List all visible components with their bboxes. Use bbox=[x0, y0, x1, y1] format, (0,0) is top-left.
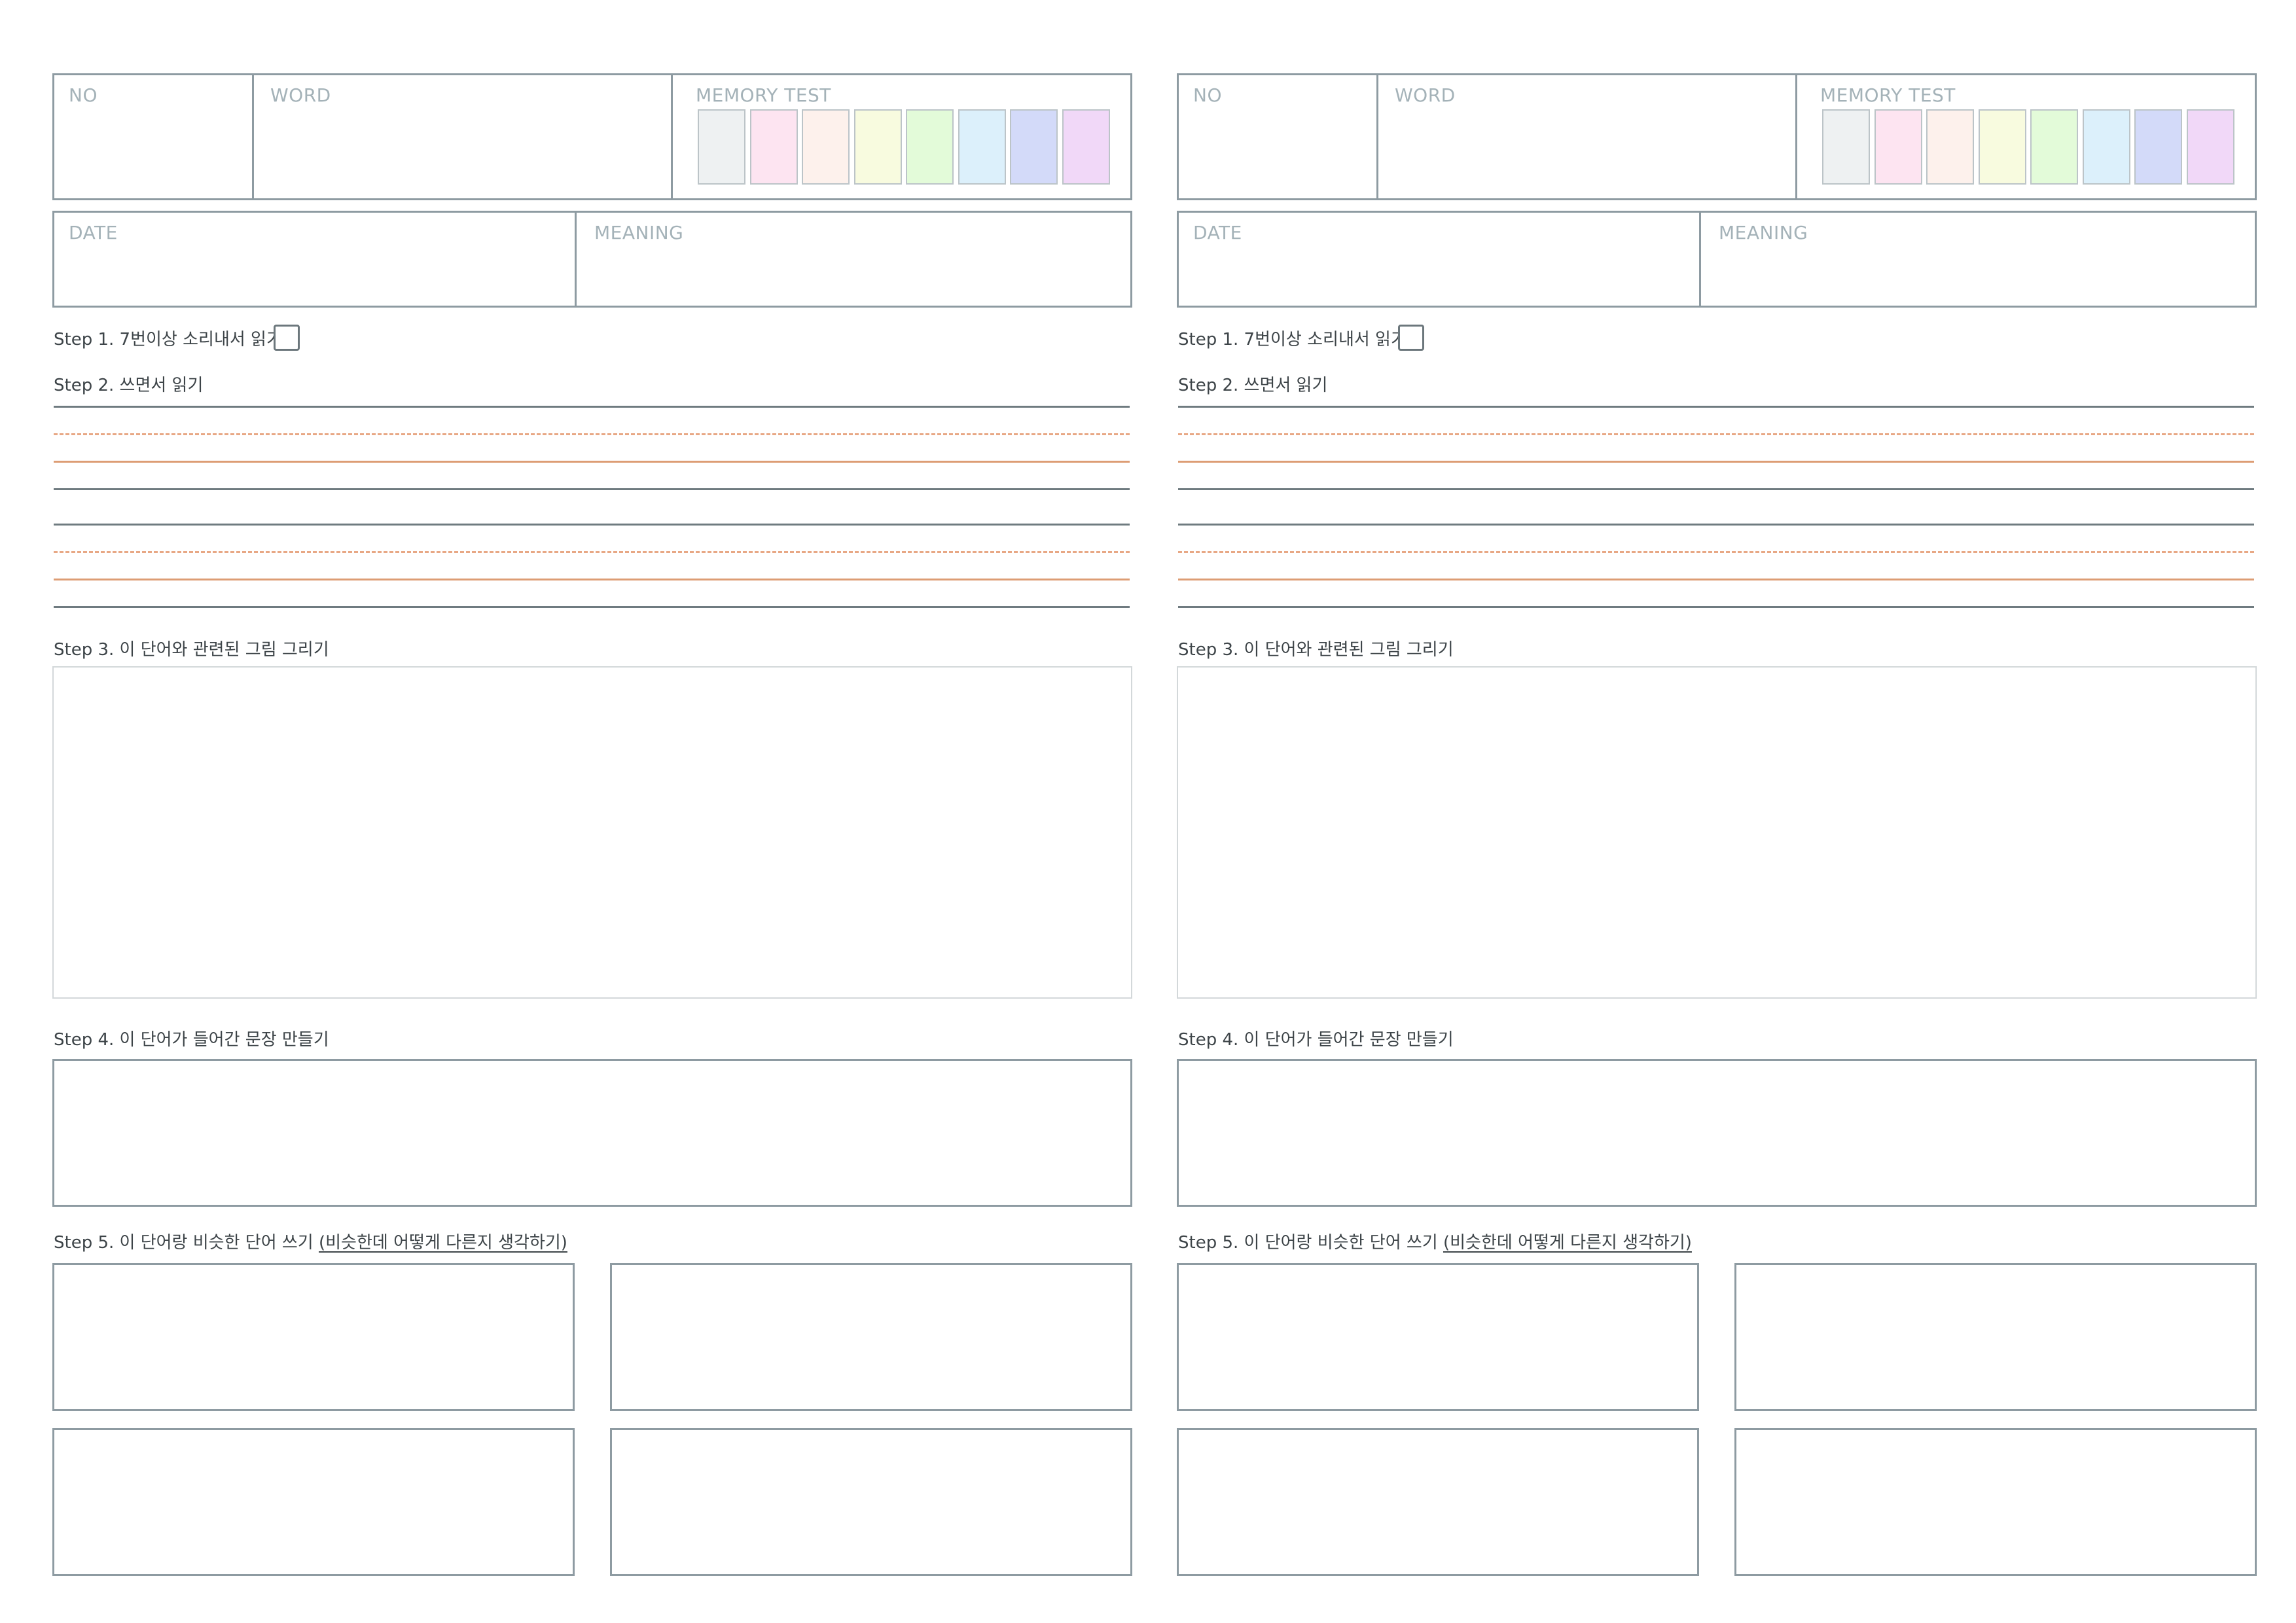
step3-label: Step 3. 이 단어와 관련된 그림 그리기 bbox=[54, 640, 329, 660]
memory-test-swatch-5[interactable] bbox=[906, 109, 954, 185]
step3-label: Step 3. 이 단어와 관련된 그림 그리기 bbox=[1178, 640, 1454, 660]
memory-test-swatch-1[interactable] bbox=[1822, 109, 1870, 185]
step5-label: Step 5. 이 단어랑 비슷한 단어 쓰기 (비슷한데 어떻게 다른지 생각… bbox=[54, 1233, 567, 1253]
step2-label: Step 2. 쓰면서 읽기 bbox=[54, 376, 204, 395]
header-box: NO WORD MEMORY TEST bbox=[1177, 73, 2257, 200]
date-label: DATE bbox=[69, 222, 118, 243]
meaning-label: MEANING bbox=[1719, 222, 1808, 243]
step1-label: Step 1. 7번이상 소리내서 읽기! bbox=[1178, 330, 1414, 349]
sentence-box[interactable] bbox=[52, 1059, 1132, 1207]
memory-test-swatch-8[interactable] bbox=[1062, 109, 1110, 185]
step4-label: Step 4. 이 단어가 들어간 문장 만들기 bbox=[1178, 1030, 1454, 1050]
meaning-label: MEANING bbox=[594, 222, 684, 243]
worksheet-right: NO WORD MEMORY TEST DATE MEANING Step 1.… bbox=[1177, 0, 2257, 1623]
memory-test-swatch-5[interactable] bbox=[2030, 109, 2078, 185]
memory-test-swatch-6[interactable] bbox=[958, 109, 1006, 185]
drawing-area[interactable] bbox=[52, 666, 1132, 999]
step5-note: (비슷한데 어떻게 다른지 생각하기) bbox=[318, 1233, 567, 1253]
similar-word-box-2[interactable] bbox=[610, 1263, 1132, 1411]
step1-label: Step 1. 7번이상 소리내서 읽기! bbox=[54, 330, 289, 349]
drawing-area[interactable] bbox=[1177, 666, 2257, 999]
memory-test-swatch-8[interactable] bbox=[2186, 109, 2234, 185]
similar-word-box-3[interactable] bbox=[52, 1428, 575, 1576]
memory-test-swatch-1[interactable] bbox=[698, 109, 745, 185]
similar-word-box-1[interactable] bbox=[52, 1263, 575, 1411]
step2-label: Step 2. 쓰면서 읽기 bbox=[1178, 376, 1328, 395]
memory-test-swatch-7[interactable] bbox=[1010, 109, 1058, 185]
no-label: NO bbox=[1193, 84, 1222, 106]
step5-note: (비슷한데 어떻게 다른지 생각하기) bbox=[1443, 1233, 1692, 1253]
similar-word-box-4[interactable] bbox=[610, 1428, 1132, 1576]
memory-test-label: MEMORY TEST bbox=[696, 84, 831, 106]
step4-label: Step 4. 이 단어가 들어간 문장 만들기 bbox=[54, 1030, 329, 1050]
memory-test-swatch-3[interactable] bbox=[1926, 109, 1974, 185]
word-label: WORD bbox=[270, 84, 331, 106]
step5-label: Step 5. 이 단어랑 비슷한 단어 쓰기 (비슷한데 어떻게 다른지 생각… bbox=[1178, 1233, 1692, 1253]
date-meaning-box: DATE MEANING bbox=[52, 211, 1132, 308]
memory-test-swatch-7[interactable] bbox=[2134, 109, 2182, 185]
word-label: WORD bbox=[1395, 84, 1456, 106]
similar-word-box-2[interactable] bbox=[1734, 1263, 2257, 1411]
similar-word-box-1[interactable] bbox=[1177, 1263, 1699, 1411]
memory-test-swatch-2[interactable] bbox=[1874, 109, 1922, 185]
memory-test-swatch-4[interactable] bbox=[853, 109, 902, 185]
similar-word-box-3[interactable] bbox=[1177, 1428, 1699, 1576]
no-label: NO bbox=[69, 84, 98, 106]
worksheet-left: NO WORD MEMORY TEST DATE MEANING Step 1.… bbox=[52, 0, 1132, 1623]
date-meaning-box: DATE MEANING bbox=[1177, 211, 2257, 308]
similar-word-box-4[interactable] bbox=[1734, 1428, 2257, 1576]
memory-test-label: MEMORY TEST bbox=[1820, 84, 1956, 106]
header-box: NO WORD MEMORY TEST bbox=[52, 73, 1132, 200]
sentence-box[interactable] bbox=[1177, 1059, 2257, 1207]
step1-checkbox[interactable] bbox=[274, 325, 300, 351]
memory-test-swatch-6[interactable] bbox=[2082, 109, 2130, 185]
memory-test-swatch-3[interactable] bbox=[802, 109, 850, 185]
memory-test-swatch-4[interactable] bbox=[1978, 109, 2026, 185]
memory-test-swatch-2[interactable] bbox=[749, 109, 798, 185]
date-label: DATE bbox=[1193, 222, 1242, 243]
step1-checkbox[interactable] bbox=[1398, 325, 1424, 351]
